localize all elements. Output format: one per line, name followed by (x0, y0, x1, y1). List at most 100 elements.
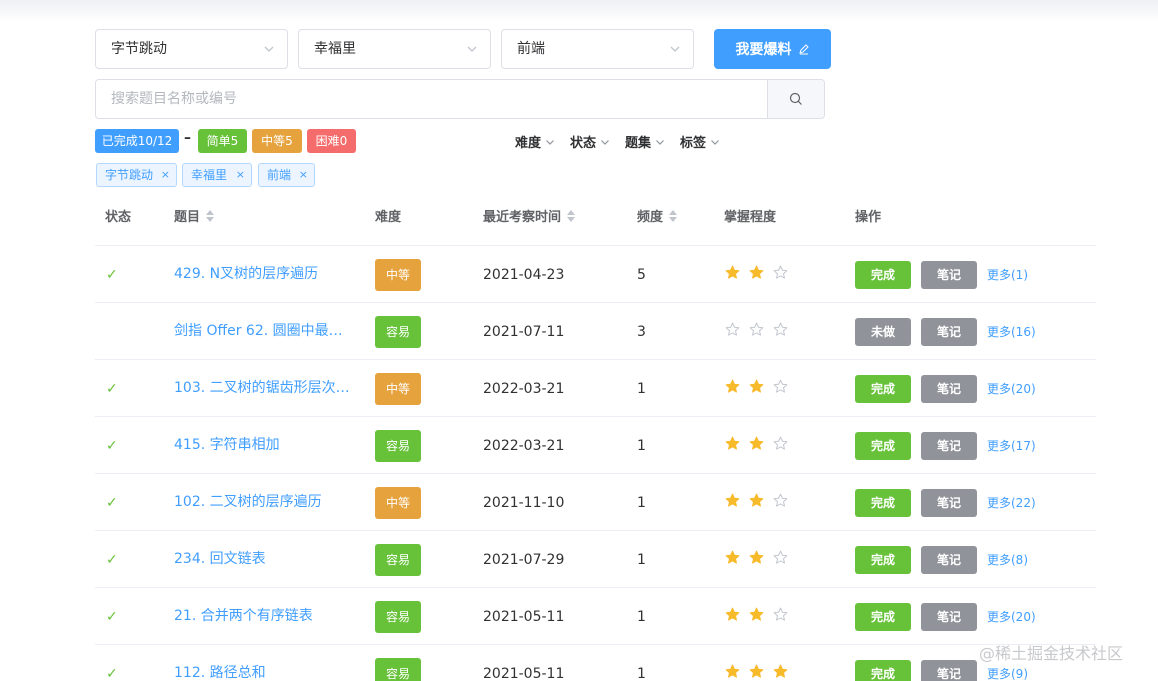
location-select[interactable]: 幸福里 (298, 29, 491, 69)
difficulty-dropdown[interactable]: 难度 (515, 132, 555, 151)
star-icon[interactable] (725, 436, 740, 455)
star-icon[interactable] (773, 664, 788, 681)
more-link[interactable]: 更多(8) (987, 551, 1028, 568)
problem-title-link[interactable]: 21. 合并两个有序链表 (174, 588, 352, 645)
action-cell: 完成 笔记 更多(1) (855, 246, 1028, 303)
note-button[interactable]: 笔记 (921, 488, 977, 517)
problem-title-link[interactable]: 102. 二叉树的层序遍历 (174, 474, 352, 531)
recent-date: 2021-05-11 (483, 608, 565, 625)
more-link[interactable]: 更多(20) (987, 380, 1036, 397)
sort-icon[interactable] (669, 209, 678, 222)
star-icon[interactable] (773, 265, 788, 284)
mastery-rating[interactable] (725, 474, 788, 531)
status-toggle-button[interactable]: 完成 (855, 545, 911, 574)
status-toggle-button[interactable]: 完成 (855, 488, 911, 517)
star-icon[interactable] (749, 379, 764, 398)
more-link[interactable]: 更多(16) (987, 323, 1036, 340)
star-icon[interactable] (773, 379, 788, 398)
close-icon[interactable]: × (161, 164, 170, 186)
more-link[interactable]: 更多(1) (987, 266, 1028, 283)
star-icon[interactable] (749, 607, 764, 626)
mastery-rating[interactable] (725, 360, 788, 417)
status-toggle-button[interactable]: 完成 (855, 602, 911, 631)
more-link[interactable]: 更多(20) (987, 608, 1036, 625)
star-icon[interactable] (725, 493, 740, 512)
mastery-rating[interactable] (725, 588, 788, 645)
more-link[interactable]: 更多(17) (987, 437, 1036, 454)
note-button[interactable]: 笔记 (921, 374, 977, 403)
table-row: ✓ 415. 字符串相加 容易 2022-03-21 1 完成 笔记 更多(17) (95, 416, 1096, 473)
close-icon[interactable]: × (236, 164, 245, 186)
difficulty-tag: 中等 (375, 372, 421, 405)
status-check-icon: ✓ (106, 437, 118, 454)
more-link[interactable]: 更多(22) (987, 494, 1036, 511)
mastery-rating[interactable] (725, 417, 788, 474)
problem-title-link[interactable]: 429. N叉树的层序遍历 (174, 246, 352, 303)
problem-title-link[interactable]: 103. 二叉树的锯齿形层次遍历 (174, 360, 352, 417)
note-button[interactable]: 笔记 (921, 260, 977, 289)
star-icon[interactable] (749, 550, 764, 569)
status-toggle-button[interactable]: 完成 (855, 260, 911, 289)
search-icon (789, 92, 802, 105)
problem-table-body: ✓ 429. N叉树的层序遍历 中等 2021-04-23 5 完成 笔记 更多(1) 剑指 O… (95, 245, 1096, 681)
star-icon[interactable] (725, 664, 740, 681)
problem-title-link[interactable]: 234. 回文链表 (174, 531, 352, 588)
note-button[interactable]: 笔记 (921, 545, 977, 574)
mastery-rating[interactable] (725, 645, 788, 681)
note-button[interactable]: 笔记 (921, 431, 977, 460)
mastery-rating[interactable] (725, 303, 788, 360)
note-button[interactable]: 笔记 (921, 602, 977, 631)
problem-set-dropdown[interactable]: 题集 (625, 132, 665, 151)
sort-icon[interactable] (206, 209, 215, 222)
problem-title-link[interactable]: 剑指 Offer 62. 圆圈中最后剩下的数字 (174, 303, 352, 360)
problem-title-link[interactable]: 415. 字符串相加 (174, 417, 352, 474)
column-header-mastery: 掌握程度 (724, 210, 777, 225)
star-icon[interactable] (725, 322, 740, 341)
problem-title-link[interactable]: 112. 路径总和 (174, 645, 352, 681)
difficulty-tag: 中等 (375, 258, 421, 291)
search-input[interactable] (96, 80, 767, 118)
star-icon[interactable] (725, 379, 740, 398)
status-toggle-button[interactable]: 未做 (855, 317, 911, 346)
column-header-frequency[interactable]: 频度 (637, 206, 678, 225)
star-icon[interactable] (749, 436, 764, 455)
star-icon[interactable] (773, 550, 788, 569)
star-icon[interactable] (749, 322, 764, 341)
search-button[interactable] (767, 80, 824, 118)
star-icon[interactable] (773, 493, 788, 512)
status-dropdown[interactable]: 状态 (570, 132, 610, 151)
sort-icon[interactable] (567, 209, 576, 222)
action-cell: 完成 笔记 更多(8) (855, 531, 1028, 588)
difficulty-cell: 容易 (375, 588, 421, 645)
star-icon[interactable] (725, 550, 740, 569)
chevron-down-icon (656, 139, 664, 145)
difficulty-tag: 容易 (375, 543, 421, 576)
more-link[interactable]: 更多(9) (987, 665, 1028, 681)
star-icon[interactable] (773, 322, 788, 341)
note-button[interactable]: 笔记 (921, 317, 977, 346)
status-toggle-button[interactable]: 完成 (855, 374, 911, 403)
frequency-value: 1 (637, 380, 646, 397)
action-cell: 完成 笔记 更多(20) (855, 588, 1036, 645)
difficulty-dropdown-label: 难度 (515, 136, 542, 151)
star-icon[interactable] (749, 493, 764, 512)
star-icon[interactable] (749, 265, 764, 284)
chevron-down-icon (711, 139, 719, 145)
company-select[interactable]: 字节跳动 (95, 29, 288, 69)
mastery-rating[interactable] (725, 531, 788, 588)
star-icon[interactable] (725, 265, 740, 284)
note-button[interactable]: 笔记 (921, 659, 977, 681)
column-header-recent[interactable]: 最近考察时间 (483, 206, 576, 225)
column-header-title[interactable]: 题目 (174, 206, 215, 225)
tag-dropdown[interactable]: 标签 (680, 132, 720, 151)
mastery-rating[interactable] (725, 246, 788, 303)
status-toggle-button[interactable]: 完成 (855, 431, 911, 460)
category-select[interactable]: 前端 (501, 29, 694, 69)
star-icon[interactable] (749, 664, 764, 681)
star-icon[interactable] (725, 607, 740, 626)
submit-tip-button[interactable]: 我要爆料 (714, 29, 831, 69)
close-icon[interactable]: × (299, 164, 308, 186)
status-toggle-button[interactable]: 完成 (855, 659, 911, 681)
star-icon[interactable] (773, 436, 788, 455)
star-icon[interactable] (773, 607, 788, 626)
